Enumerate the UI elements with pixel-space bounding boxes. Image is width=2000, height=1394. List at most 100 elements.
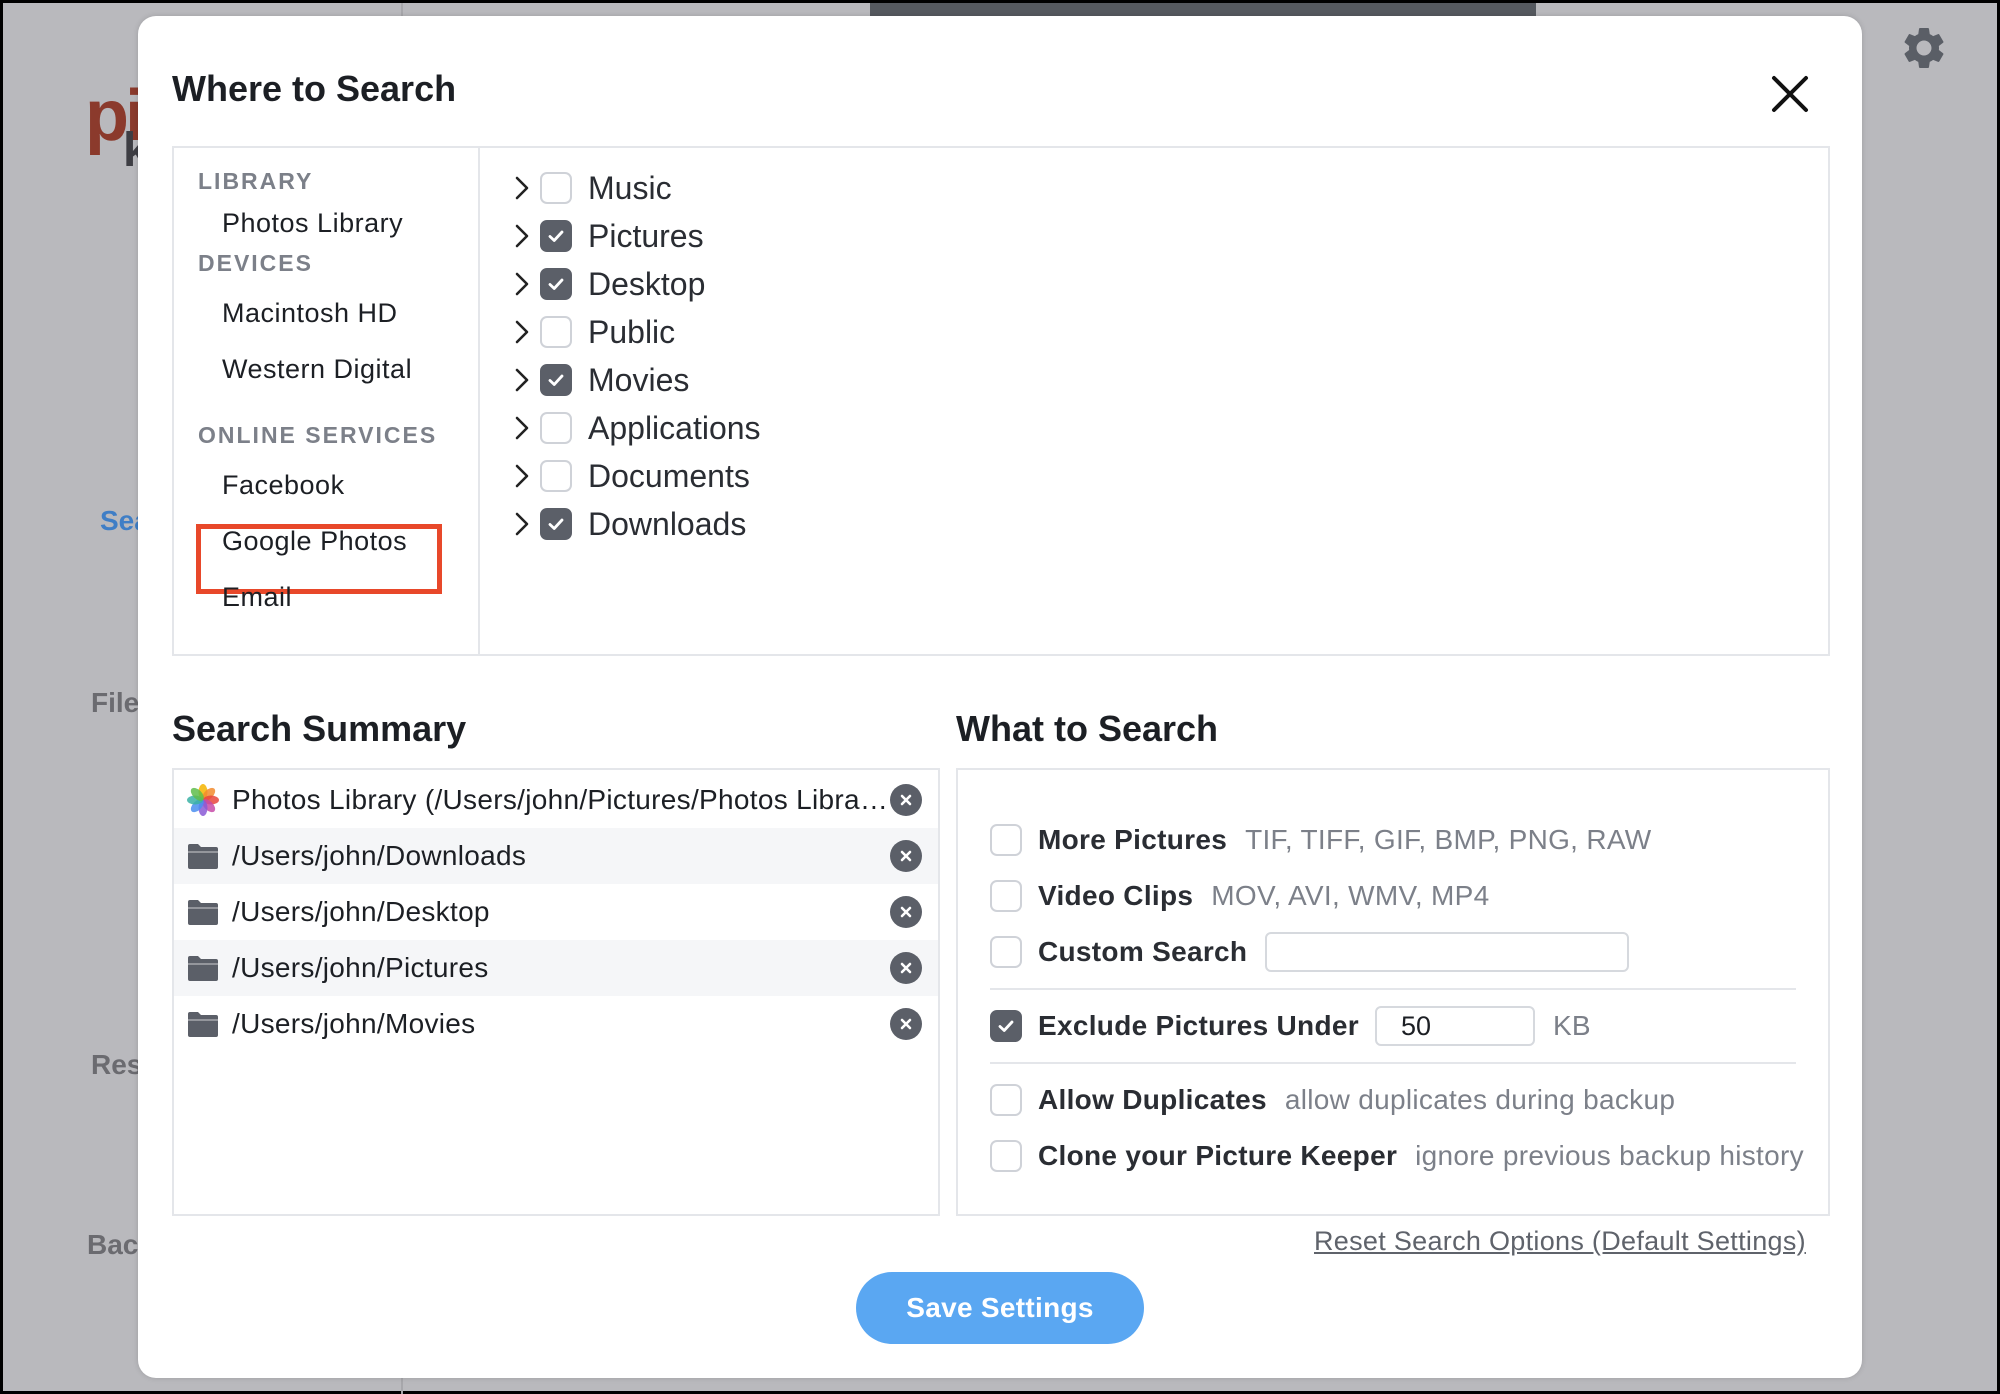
custom-search-label: Custom Search xyxy=(1038,936,1248,967)
chevron-right-icon[interactable] xyxy=(506,412,538,444)
folder-row-applications: Applications xyxy=(506,406,761,450)
nav-item-files[interactable]: File xyxy=(91,687,139,719)
folder-icon xyxy=(186,951,220,985)
source-item-email[interactable]: Email xyxy=(222,582,292,613)
folder-row-music: Music xyxy=(506,166,672,210)
folder-row-documents: Documents xyxy=(506,454,750,498)
background-top-tab xyxy=(870,3,1536,17)
folder-checkbox-music[interactable] xyxy=(540,172,572,204)
folder-checkbox-desktop[interactable] xyxy=(540,268,572,300)
chevron-right-icon[interactable] xyxy=(506,508,538,540)
clone-checkbox[interactable] xyxy=(990,1140,1022,1172)
more-pictures-label: More Pictures xyxy=(1038,824,1228,855)
source-item-google-photos[interactable]: Google Photos xyxy=(222,526,407,557)
option-video-clips: Video Clips MOV, AVI, WMV, MP4 xyxy=(990,876,1490,916)
folder-label: Desktop xyxy=(588,265,706,302)
remove-icon[interactable] xyxy=(890,1008,922,1040)
remove-icon[interactable] xyxy=(890,840,922,872)
folder-label: Downloads xyxy=(588,505,747,542)
folder-row-movies: Movies xyxy=(506,358,689,402)
folder-label: Public xyxy=(588,313,676,350)
chevron-right-icon[interactable] xyxy=(506,172,538,204)
summary-path: /Users/john/Desktop xyxy=(232,896,490,927)
source-item-western-digital[interactable]: Western Digital xyxy=(222,354,412,385)
folder-label: Pictures xyxy=(588,217,704,254)
remove-icon[interactable] xyxy=(890,784,922,816)
clone-hint: ignore previous backup history xyxy=(1415,1140,1804,1171)
folder-label: Documents xyxy=(588,457,750,494)
summary-row: /Users/john/Desktop xyxy=(174,884,938,940)
folder-row-pictures: Pictures xyxy=(506,214,704,258)
video-clips-hint: MOV, AVI, WMV, MP4 xyxy=(1211,880,1490,911)
dialog-title: Where to Search xyxy=(172,68,457,109)
summary-path: /Users/john/Pictures xyxy=(232,952,489,983)
library-heading: LIBRARY xyxy=(198,168,314,194)
option-custom-search: Custom Search xyxy=(990,932,1630,972)
allow-duplicates-label: Allow Duplicates xyxy=(1038,1084,1267,1115)
chevron-right-icon[interactable] xyxy=(506,220,538,252)
summary-path: /Users/john/Downloads xyxy=(232,840,527,871)
exclude-size-input[interactable] xyxy=(1374,1006,1535,1046)
summary-row: Photos Library (/Users/john/Pictures/Pho… xyxy=(174,772,938,828)
folder-checkbox-movies[interactable] xyxy=(540,364,572,396)
folder-checkbox-downloads[interactable] xyxy=(540,508,572,540)
more-pictures-hint: TIF, TIFF, GIF, BMP, PNG, RAW xyxy=(1245,824,1652,855)
checkmark-icon xyxy=(998,1020,1014,1032)
chevron-right-icon[interactable] xyxy=(506,364,538,396)
chevron-right-icon[interactable] xyxy=(506,460,538,492)
clone-label: Clone your Picture Keeper xyxy=(1038,1140,1398,1171)
where-panel: LIBRARY Photos Library DEVICES Macintosh… xyxy=(172,146,1830,656)
folder-row-desktop: Desktop xyxy=(506,262,705,306)
what-to-search-panel: More Pictures TIF, TIFF, GIF, BMP, PNG, … xyxy=(956,768,1830,1216)
options-divider xyxy=(990,988,1796,990)
photos-app-icon xyxy=(186,783,220,817)
more-pictures-checkbox[interactable] xyxy=(990,824,1022,856)
devices-heading: DEVICES xyxy=(198,250,313,276)
search-summary-title: Search Summary xyxy=(172,708,467,749)
reset-search-options-link[interactable]: Reset Search Options (Default Settings) xyxy=(1314,1226,1806,1257)
video-clips-label: Video Clips xyxy=(1038,880,1194,911)
chevron-right-icon[interactable] xyxy=(506,316,538,348)
source-item-photos-library[interactable]: Photos Library xyxy=(222,208,403,239)
folder-icon xyxy=(186,1007,220,1041)
folder-checkbox-applications[interactable] xyxy=(540,412,572,444)
options-divider-2 xyxy=(990,1062,1796,1064)
allow-duplicates-hint: allow duplicates during backup xyxy=(1284,1084,1676,1115)
exclude-pictures-checkbox[interactable] xyxy=(990,1010,1022,1042)
folder-label: Movies xyxy=(588,361,690,398)
summary-row: /Users/john/Downloads xyxy=(174,828,938,884)
search-summary-list: Photos Library (/Users/john/Pictures/Pho… xyxy=(172,768,940,1216)
source-item-facebook[interactable]: Facebook xyxy=(222,470,345,501)
online-services-heading: ONLINE SERVICES xyxy=(198,422,438,448)
source-item-macintosh-hd[interactable]: Macintosh HD xyxy=(222,298,398,329)
folder-label: Applications xyxy=(588,409,761,446)
video-clips-checkbox[interactable] xyxy=(990,880,1022,912)
option-more-pictures: More Pictures TIF, TIFF, GIF, BMP, PNG, … xyxy=(990,820,1652,860)
where-to-search-dialog: Where to Search LIBRARY Photos Library D… xyxy=(138,16,1862,1378)
chevron-right-icon[interactable] xyxy=(506,268,538,300)
remove-icon[interactable] xyxy=(890,896,922,928)
remove-icon[interactable] xyxy=(890,952,922,984)
folder-checkbox-documents[interactable] xyxy=(540,460,572,492)
gear-icon[interactable] xyxy=(1899,23,1949,73)
option-clone: Clone your Picture Keeper ignore previou… xyxy=(990,1136,1804,1176)
nav-item-results[interactable]: Res xyxy=(91,1049,142,1081)
folder-tree: Music Pictures Desktop Public Movies Applicat… xyxy=(480,148,1828,654)
folder-row-public: Public xyxy=(506,310,675,354)
option-allow-duplicates: Allow Duplicates allow duplicates during… xyxy=(990,1080,1675,1120)
exclude-pictures-label: Exclude Pictures Under xyxy=(1038,1010,1359,1041)
allow-duplicates-checkbox[interactable] xyxy=(990,1084,1022,1116)
close-icon[interactable] xyxy=(1766,70,1814,118)
save-settings-button[interactable]: Save Settings xyxy=(856,1272,1144,1344)
option-exclude-pictures: Exclude Pictures Under KB xyxy=(990,1006,1591,1046)
what-to-search-title: What to Search xyxy=(956,708,1219,749)
summary-path: Photos Library (/Users/john/Pictures/Pho… xyxy=(232,784,892,815)
folder-checkbox-public[interactable] xyxy=(540,316,572,348)
folder-label: Music xyxy=(588,169,672,206)
custom-search-checkbox[interactable] xyxy=(990,936,1022,968)
folder-icon xyxy=(186,895,220,929)
summary-path: /Users/john/Movies xyxy=(232,1008,476,1039)
custom-search-input[interactable] xyxy=(1265,932,1630,972)
folder-checkbox-pictures[interactable] xyxy=(540,220,572,252)
source-list: LIBRARY Photos Library DEVICES Macintosh… xyxy=(174,148,480,654)
